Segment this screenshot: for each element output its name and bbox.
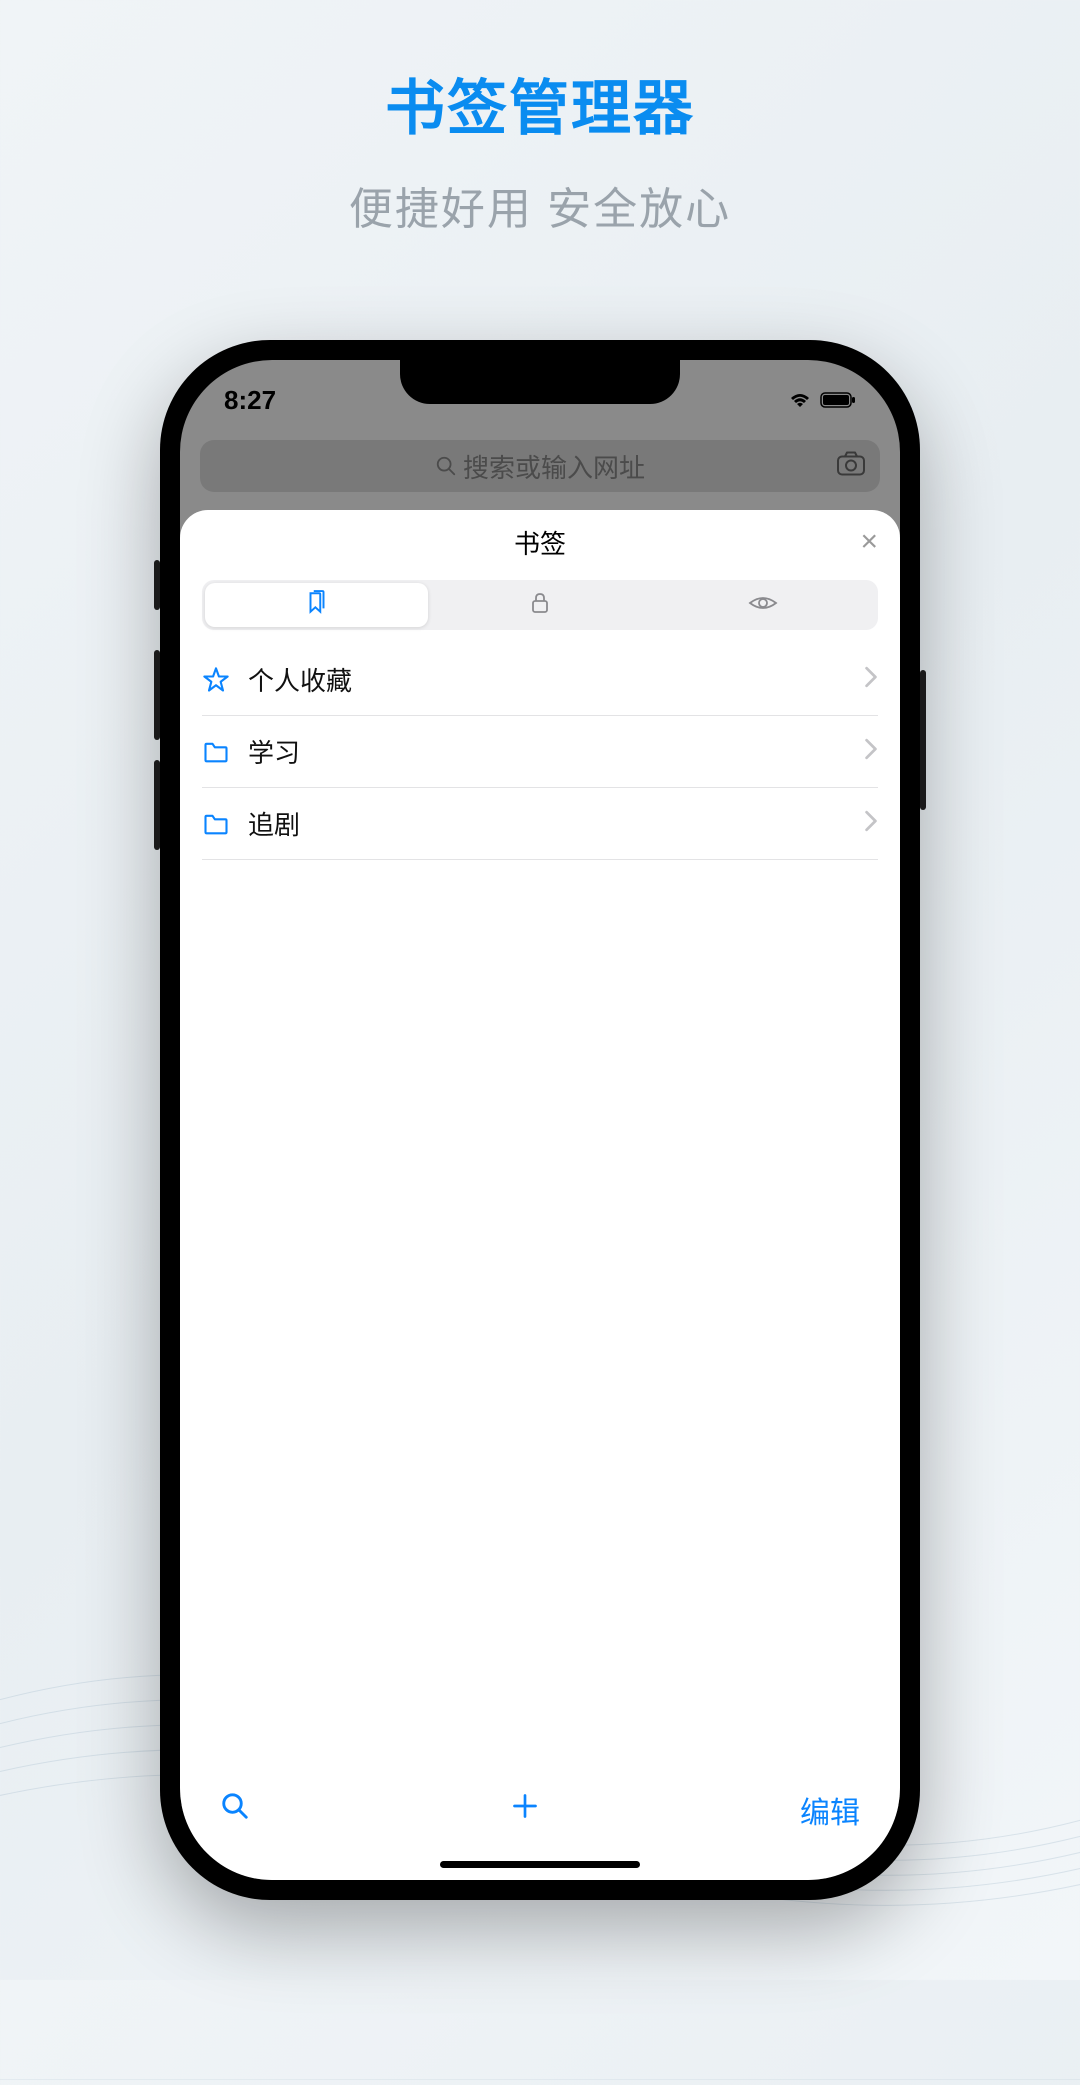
eye-icon — [748, 591, 778, 620]
phone-screen: 8:27 搜索或输入网址 书签 × — [180, 360, 900, 1880]
status-icons — [788, 391, 856, 409]
bookmarks-sheet: 书签 × — [180, 510, 900, 1880]
search-placeholder: 搜索或输入网址 — [435, 448, 645, 485]
list-item-label: 个人收藏 — [242, 661, 864, 698]
tab-history[interactable] — [652, 583, 875, 627]
plus-icon — [511, 1792, 539, 1828]
bookmarks-icon — [304, 590, 330, 621]
silence-switch — [154, 560, 160, 610]
close-button[interactable]: × — [860, 527, 878, 557]
list-item[interactable]: 学习 — [202, 716, 878, 788]
volume-up-button — [154, 650, 160, 740]
home-indicator[interactable] — [440, 1861, 640, 1868]
list-item[interactable]: 个人收藏 — [202, 644, 878, 716]
list-item-label: 追剧 — [242, 805, 864, 842]
status-time: 8:27 — [224, 385, 276, 416]
chevron-right-icon — [864, 738, 878, 765]
battery-icon — [820, 391, 856, 409]
phone-mockup: 8:27 搜索或输入网址 书签 × — [160, 340, 920, 1900]
search-placeholder-text: 搜索或输入网址 — [463, 448, 645, 485]
lock-icon — [528, 591, 552, 620]
sheet-header: 书签 × — [180, 510, 900, 574]
promo-title: 书签管理器 — [0, 60, 1080, 147]
tab-private[interactable] — [428, 583, 651, 627]
list-item[interactable]: 追剧 — [202, 788, 878, 860]
sheet-title: 书签 — [514, 524, 566, 561]
search-icon — [220, 1791, 250, 1829]
volume-down-button — [154, 760, 160, 850]
tab-bookmarks[interactable] — [205, 583, 428, 627]
chevron-right-icon — [864, 810, 878, 837]
search-button[interactable] — [220, 1791, 250, 1829]
notch — [400, 360, 680, 404]
list-item-label: 学习 — [242, 733, 864, 770]
address-bar[interactable]: 搜索或输入网址 — [200, 440, 880, 492]
edit-button[interactable]: 编辑 — [800, 1788, 860, 1832]
folder-icon — [202, 810, 242, 838]
wifi-icon — [788, 391, 812, 409]
bookmarks-list: 个人收藏 学习 — [180, 644, 900, 1770]
folder-icon — [202, 738, 242, 766]
chevron-right-icon — [864, 666, 878, 693]
power-button — [920, 670, 926, 810]
segmented-control — [202, 580, 878, 630]
add-button[interactable] — [511, 1792, 539, 1828]
star-icon — [202, 666, 242, 694]
camera-icon[interactable] — [836, 451, 866, 482]
promo-subtitle: 便捷好用 安全放心 — [0, 173, 1080, 237]
